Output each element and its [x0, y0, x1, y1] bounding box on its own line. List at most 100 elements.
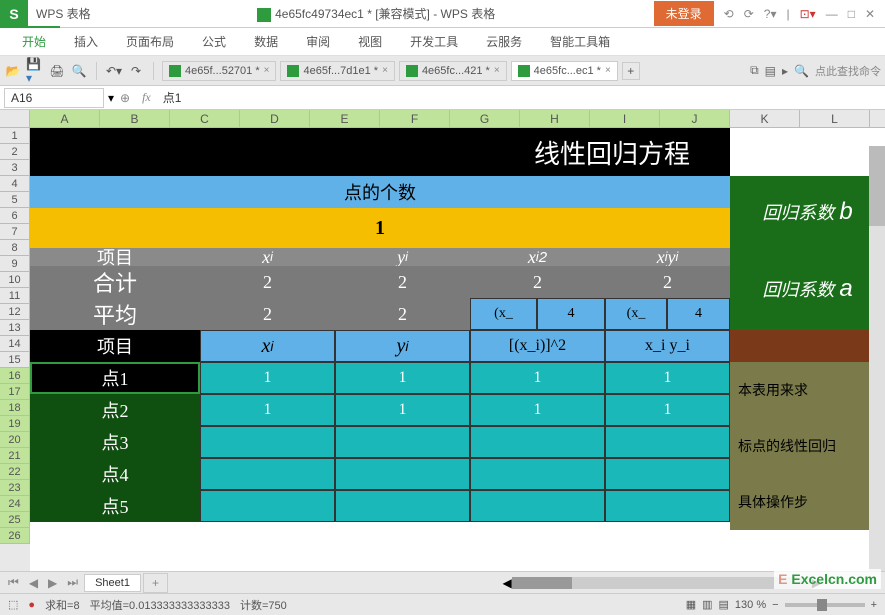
- tab-close-icon[interactable]: ×: [382, 65, 388, 76]
- col-header-L[interactable]: L: [800, 110, 870, 127]
- p2-1[interactable]: 1: [200, 394, 335, 426]
- col-header-C[interactable]: C: [170, 110, 240, 127]
- row-header-2[interactable]: 2: [0, 144, 30, 160]
- doc-tab-4[interactable]: 4e65fc...ec1 *×: [511, 61, 618, 81]
- row-header-5[interactable]: 5: [0, 192, 30, 208]
- tab-close-icon[interactable]: ×: [494, 65, 500, 76]
- view-normal-icon[interactable]: ▦: [686, 598, 696, 611]
- row-header-4[interactable]: 4: [0, 176, 30, 192]
- p3-2[interactable]: [335, 426, 470, 458]
- sheet-next-icon[interactable]: ▶: [44, 576, 61, 590]
- menu-data[interactable]: 数据: [240, 28, 292, 55]
- row-header-8[interactable]: 8: [0, 240, 30, 256]
- sheet-tab-1[interactable]: Sheet1: [84, 574, 141, 592]
- redo-icon[interactable]: ↷: [127, 62, 145, 80]
- zoom-slider[interactable]: [785, 603, 865, 607]
- cells-area[interactable]: 线性回归方程 点的个数 1 回归系数 b 项目 xi yi xi2 xi yi …: [30, 128, 885, 571]
- sheet-prev-icon[interactable]: ◀: [25, 576, 42, 590]
- row-header-15[interactable]: 15: [0, 352, 30, 368]
- point2-label[interactable]: 点2: [30, 394, 200, 426]
- point4-label[interactable]: 点4: [30, 458, 200, 490]
- p2-2[interactable]: 1: [335, 394, 470, 426]
- row-header-14[interactable]: 14: [0, 336, 30, 352]
- row-header-18[interactable]: 18: [0, 400, 30, 416]
- hscroll-left-icon[interactable]: ◀: [503, 576, 512, 590]
- menu-icon[interactable]: ▤: [765, 64, 776, 78]
- col-header-D[interactable]: D: [240, 110, 310, 127]
- print-icon[interactable]: 🖨: [48, 62, 66, 80]
- minimize-icon[interactable]: —: [826, 7, 838, 21]
- p4-4[interactable]: [605, 458, 730, 490]
- new-tab-icon[interactable]: +: [622, 62, 640, 80]
- tab-close-icon[interactable]: ×: [264, 65, 270, 76]
- search-icon[interactable]: 🔍: [794, 64, 809, 78]
- row-header-3[interactable]: 3: [0, 160, 30, 176]
- col-header-G[interactable]: G: [450, 110, 520, 127]
- open-icon[interactable]: 📂: [4, 62, 22, 80]
- p5-2[interactable]: [335, 490, 470, 522]
- p4-2[interactable]: [335, 458, 470, 490]
- menu-formula[interactable]: 公式: [188, 28, 240, 55]
- p3-3[interactable]: [470, 426, 605, 458]
- row-header-1[interactable]: 1: [0, 128, 30, 144]
- login-button[interactable]: 未登录: [654, 1, 714, 26]
- p4-1[interactable]: [200, 458, 335, 490]
- menu-review[interactable]: 审阅: [292, 28, 344, 55]
- p1-3[interactable]: 1: [470, 362, 605, 394]
- doc-tab-2[interactable]: 4e65f...7d1e1 *×: [280, 61, 394, 81]
- menu-view[interactable]: 视图: [344, 28, 396, 55]
- status-record-icon[interactable]: ●: [28, 599, 35, 611]
- p3-4[interactable]: [605, 426, 730, 458]
- sheet-first-icon[interactable]: ⏮: [4, 575, 23, 590]
- vertical-scrollbar[interactable]: [869, 146, 885, 571]
- point3-label[interactable]: 点3: [30, 426, 200, 458]
- zoom-out-icon[interactable]: −: [772, 599, 778, 611]
- status-menu-icon[interactable]: ⬚: [8, 598, 18, 611]
- undo-icon[interactable]: ↶▾: [105, 62, 123, 80]
- p5-4[interactable]: [605, 490, 730, 522]
- close-extra-icon[interactable]: ⊡▾: [800, 7, 816, 21]
- zoom-value[interactable]: 130 %: [735, 599, 766, 611]
- help-icon[interactable]: ?▾: [764, 7, 777, 21]
- row-header-24[interactable]: 24: [0, 496, 30, 512]
- select-all-corner[interactable]: [0, 110, 30, 127]
- function-icon[interactable]: ⊕: [120, 91, 130, 105]
- p1-2[interactable]: 1: [335, 362, 470, 394]
- col-header-A[interactable]: A: [30, 110, 100, 127]
- sync2-icon[interactable]: ⟳: [744, 7, 754, 21]
- p2-4[interactable]: 1: [605, 394, 730, 426]
- menu-insert[interactable]: 插入: [60, 28, 112, 55]
- row-header-21[interactable]: 21: [0, 448, 30, 464]
- doc-tab-1[interactable]: 4e65f...52701 *×: [162, 61, 276, 81]
- maximize-icon[interactable]: □: [848, 7, 855, 21]
- view-break-icon[interactable]: ▤: [719, 598, 729, 611]
- menu-smart[interactable]: 智能工具箱: [536, 28, 624, 55]
- row-header-13[interactable]: 13: [0, 320, 30, 336]
- doc-tab-3[interactable]: 4e65fc...421 *×: [399, 61, 507, 81]
- p1-4[interactable]: 1: [605, 362, 730, 394]
- col-header-B[interactable]: B: [100, 110, 170, 127]
- menu-devtools[interactable]: 开发工具: [396, 28, 472, 55]
- row-header-11[interactable]: 11: [0, 288, 30, 304]
- row-header-19[interactable]: 19: [0, 416, 30, 432]
- p5-3[interactable]: [470, 490, 605, 522]
- row-header-16[interactable]: 16: [0, 368, 30, 384]
- p3-1[interactable]: [200, 426, 335, 458]
- formula-input[interactable]: 点1: [157, 87, 885, 108]
- col-header-H[interactable]: H: [520, 110, 590, 127]
- row-header-9[interactable]: 9: [0, 256, 30, 272]
- p4-3[interactable]: [470, 458, 605, 490]
- row-header-23[interactable]: 23: [0, 480, 30, 496]
- menu-layout[interactable]: 页面布局: [112, 28, 188, 55]
- sheet-last-icon[interactable]: ⏭: [63, 575, 82, 590]
- add-sheet-icon[interactable]: +: [143, 573, 168, 593]
- row-header-17[interactable]: 17: [0, 384, 30, 400]
- save-icon[interactable]: 💾▾: [26, 62, 44, 80]
- count-value[interactable]: 1: [30, 208, 730, 248]
- zoom-in-icon[interactable]: +: [871, 599, 877, 611]
- namebox-dropdown-icon[interactable]: ▾: [108, 91, 114, 105]
- row-header-6[interactable]: 6: [0, 208, 30, 224]
- row-header-10[interactable]: 10: [0, 272, 30, 288]
- name-box[interactable]: [4, 88, 104, 108]
- collapse-icon[interactable]: ⧉: [750, 63, 759, 78]
